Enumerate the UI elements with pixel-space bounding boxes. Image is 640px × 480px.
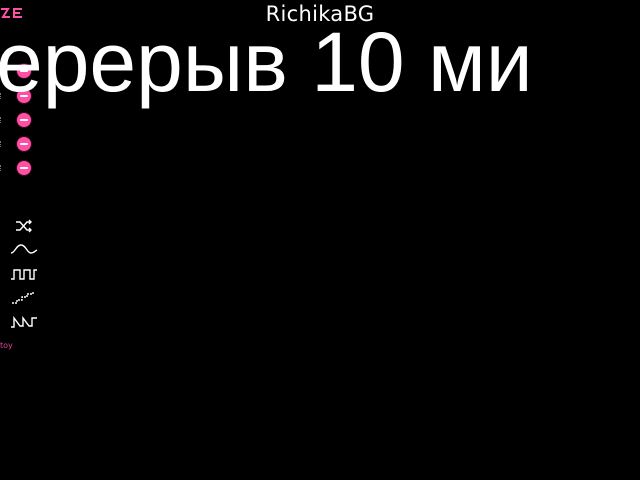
shuffle-icon[interactable] (10, 218, 38, 234)
level-5-button[interactable] (17, 161, 31, 175)
toy-label[interactable]: toy (0, 341, 13, 351)
edge-marker (0, 117, 3, 123)
sawtooth-icon[interactable] (10, 314, 38, 330)
wave-icon[interactable] (10, 242, 38, 258)
level-4-button[interactable] (17, 137, 31, 151)
edge-marker (0, 165, 3, 171)
pulse-icon[interactable] (10, 266, 38, 282)
overlay-message: ерерыв 10 ми (0, 15, 533, 109)
level-3-button[interactable] (17, 113, 31, 127)
staircase-icon[interactable] (10, 290, 38, 306)
edge-marker (0, 141, 3, 147)
